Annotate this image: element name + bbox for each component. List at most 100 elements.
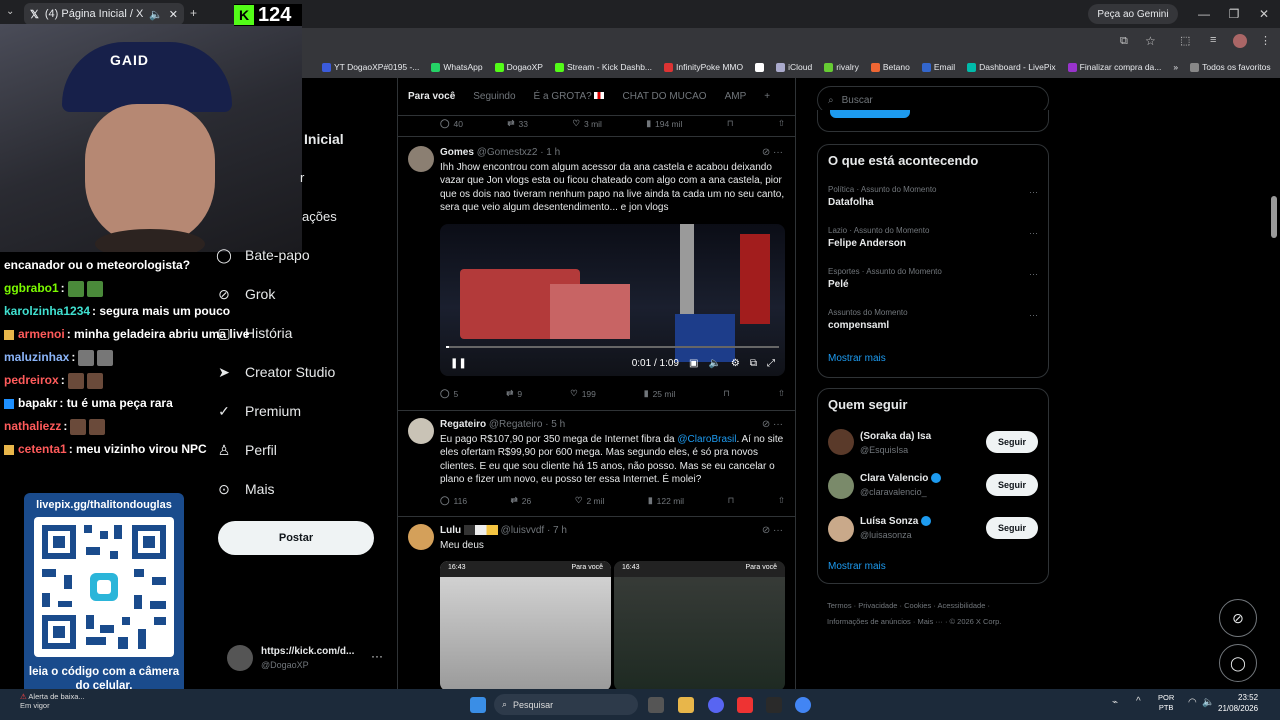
nav-item-home-partial[interactable]: Inicial <box>304 131 344 147</box>
nav-item-notifications-partial[interactable]: ações <box>302 209 337 224</box>
tray-chevron-icon[interactable]: ^ <box>1136 696 1141 707</box>
bookmark-item[interactable]: Betano <box>870 62 910 72</box>
maximize-button[interactable]: ❐ <box>1220 4 1248 24</box>
bookmark-item[interactable]: WhatsApp <box>431 62 483 72</box>
network-icon[interactable]: ⌁ <box>1112 697 1118 708</box>
like-button[interactable]: ♡ 2 mil <box>575 495 605 506</box>
post-avatar[interactable] <box>408 524 434 550</box>
follow-button[interactable]: Seguir <box>986 474 1038 496</box>
follow-name[interactable]: (Soraka da) Isa <box>860 431 931 442</box>
extensions-icon[interactable]: ⬚ <box>1180 34 1190 47</box>
reply-button[interactable]: ◯ 40 <box>440 118 463 129</box>
chat-username[interactable]: ggbrabo1 <box>4 281 59 295</box>
bookmark-item[interactable]: Stream - Kick Dashb... <box>554 62 652 72</box>
video-progress-track[interactable] <box>446 346 779 348</box>
language-indicator[interactable]: POR PTB <box>1158 693 1174 713</box>
post-time[interactable]: · 7 h <box>547 525 567 536</box>
panel-button-edge[interactable] <box>830 110 910 118</box>
footer-links-line2[interactable]: Informações de anúncios · Mais ··· · © 2… <box>827 614 1049 630</box>
trend-more-icon[interactable]: ··· <box>1029 187 1038 197</box>
add-tab-button[interactable]: + <box>764 91 770 102</box>
show-more-follow-link[interactable]: Mostrar mais <box>828 561 886 572</box>
tab-list-chat-mucao[interactable]: CHAT DO MUCAO <box>622 91 706 102</box>
gemini-button[interactable]: Peça ao Gemini <box>1088 4 1178 24</box>
browser-tab-active[interactable]: 𝕏 (4) Página Inicial / X 🔈 ✕ <box>24 3 184 25</box>
bookmark-item[interactable]: Email <box>921 62 955 72</box>
messages-fab-icon[interactable]: ◯ <box>1219 644 1257 682</box>
app-red-icon[interactable] <box>737 697 753 713</box>
post-handle[interactable]: @Regateiro <box>489 419 543 430</box>
reply-button[interactable]: ◯ 5 <box>440 388 458 399</box>
obs-icon[interactable] <box>766 697 782 713</box>
discord-icon[interactable] <box>708 697 724 713</box>
volume-icon[interactable]: 🔈 <box>708 358 720 369</box>
cast-icon[interactable]: ⧉ <box>1120 35 1128 48</box>
share-button[interactable]: ⇧ <box>778 118 785 129</box>
trend-more-icon[interactable]: ··· <box>1029 228 1038 238</box>
captions-icon[interactable]: ▣ <box>689 358 698 369</box>
trend-name[interactable]: Pelé <box>828 279 849 290</box>
views-button[interactable]: ▮ 194 mil <box>646 118 682 129</box>
weather-alert[interactable]: ⚠ Alerta de baixa... Em vigor <box>20 692 85 710</box>
like-button[interactable]: ♡ 3 mil <box>572 118 602 129</box>
bookmark-item[interactable]: Finalizar compra da... <box>1067 62 1161 72</box>
bookmark-star-icon[interactable]: ☆ <box>1145 34 1156 48</box>
pause-icon[interactable]: ❚❚ <box>450 358 467 369</box>
tab-search-icon[interactable]: ⌄ <box>6 6 14 17</box>
post-author[interactable]: Lulu <box>440 525 461 536</box>
chat-username[interactable]: pedreirox <box>4 373 59 387</box>
post-avatar[interactable] <box>408 146 434 172</box>
nav-item-explore-partial[interactable]: r <box>300 170 304 185</box>
bookmark-item[interactable]: rivalry <box>824 62 859 72</box>
footer-links-line1[interactable]: Termos · Privacidade · Cookies · Acessib… <box>827 598 1049 614</box>
like-button[interactable]: ♡ 199 <box>570 388 596 399</box>
mute-icon[interactable]: 🔈 <box>149 8 163 21</box>
trend-more-icon[interactable]: ··· <box>1029 310 1038 320</box>
post-author[interactable]: Gomes <box>440 147 474 158</box>
post-video[interactable]: ❚❚ 0:01 / 1:09 ▣ 🔈 ⚙ ⧉ ⤢ <box>440 224 785 376</box>
post-more-icon[interactable]: ⊘ ··· <box>762 525 783 536</box>
post-time[interactable]: · 1 h <box>540 147 560 158</box>
show-more-trends-link[interactable]: Mostrar mais <box>828 353 886 364</box>
bookmark-item[interactable]: DogaoXP <box>494 62 543 72</box>
post-author[interactable]: Regateiro <box>440 419 486 430</box>
file-explorer-icon[interactable] <box>678 697 694 713</box>
post-avatar[interactable] <box>408 418 434 444</box>
browser-menu-icon[interactable]: ⋮ <box>1260 34 1271 47</box>
tab-list-amp[interactable]: AMP <box>725 91 747 102</box>
bookmark-button[interactable]: ⊓ <box>723 388 730 399</box>
page-scrollbar[interactable] <box>1271 196 1277 238</box>
chat-username[interactable]: bapakr <box>18 396 57 410</box>
chat-username[interactable]: nathaliezz <box>4 419 61 433</box>
profile-avatar[interactable] <box>1233 34 1247 48</box>
post-button[interactable]: Postar <box>218 521 374 555</box>
share-button[interactable]: ⇧ <box>778 388 785 399</box>
window-close-button[interactable]: ✕ <box>1250 4 1278 24</box>
chat-username[interactable]: maluzinhax <box>4 350 69 364</box>
bookmark-item[interactable]: InfinityPoke MMO <box>664 62 743 72</box>
tab-list-grota[interactable]: É a GROTA? <box>534 91 605 102</box>
post-time[interactable]: · 5 h <box>545 419 565 430</box>
tab-for-you[interactable]: Para você <box>408 91 455 102</box>
repost-button[interactable]: ⇄ 33 <box>507 118 528 129</box>
trend-more-icon[interactable]: ··· <box>1029 269 1038 279</box>
share-button[interactable]: ⇧ <box>778 495 785 506</box>
chat-username[interactable]: armenoi <box>18 327 65 341</box>
volume-icon[interactable]: 🔈 <box>1202 697 1214 708</box>
account-more-icon[interactable]: ··· <box>371 649 383 663</box>
post-more-icon[interactable]: ⊘ ··· <box>762 419 783 430</box>
follow-button[interactable]: Seguir <box>986 431 1038 453</box>
taskbar-search[interactable]: ⌕ Pesquisar <box>494 694 638 715</box>
settings-gear-icon[interactable]: ⚙ <box>731 358 740 369</box>
follow-name[interactable]: Clara Valencio <box>860 473 942 484</box>
repost-button[interactable]: ⇄ 9 <box>506 388 522 399</box>
tab-close-icon[interactable]: ✕ <box>169 8 178 21</box>
fullscreen-icon[interactable]: ⤢ <box>767 358 775 369</box>
tab-following[interactable]: Seguindo <box>473 91 515 102</box>
wifi-icon[interactable]: ◠ <box>1188 697 1197 708</box>
repost-button[interactable]: ⇄ 26 <box>511 495 532 506</box>
chat-username[interactable]: cetenta1 <box>18 442 67 456</box>
account-switcher[interactable]: https://kick.com/d... @DogaoXP ··· <box>227 645 387 675</box>
chat-username[interactable]: karolzinha1234 <box>4 304 90 318</box>
grok-fab-icon[interactable]: ⊘ <box>1219 599 1257 637</box>
